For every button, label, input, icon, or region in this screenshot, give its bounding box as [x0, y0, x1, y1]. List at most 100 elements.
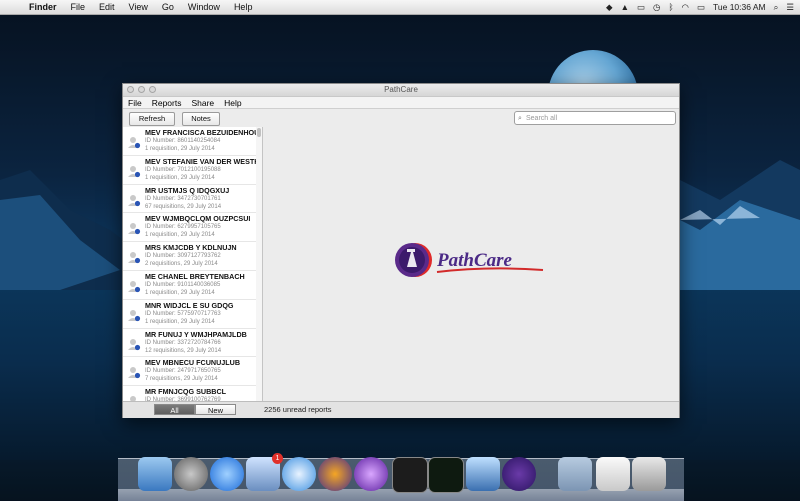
patient-id: ID Number: 8601140254084 [145, 138, 221, 144]
window-titlebar[interactable]: PathCare [123, 84, 679, 97]
spotlight-icon[interactable]: ⌕ [774, 2, 779, 13]
app-menu-reports[interactable]: Reports [147, 98, 187, 108]
unread-count: 2256 unread reports [264, 405, 332, 414]
minimize-button-icon[interactable] [138, 86, 145, 93]
zoom-button-icon[interactable] [149, 86, 156, 93]
patient-name: MR FUNUJ Y WMJHPAMJLDB [145, 329, 247, 339]
google-drive-icon[interactable]: ▲ [621, 2, 629, 12]
patient-list-item[interactable]: MNR WIDJCL E SU GDQG ID Number: 577597071… [123, 301, 256, 329]
patient-avatar-icon [128, 252, 141, 264]
menu-help[interactable]: Help [227, 2, 260, 12]
pathcare-dock-icon[interactable] [502, 457, 536, 491]
patient-name: MRS KMJCDB Y KDLNUJN [145, 243, 237, 253]
battery-icon[interactable]: ▭ [697, 2, 705, 13]
system-menu-bar: Finder File Edit View Go Window Help ◆ ▲… [0, 0, 800, 15]
refresh-button[interactable]: Refresh [129, 112, 175, 126]
menu-window[interactable]: Window [181, 2, 227, 12]
airplay-icon[interactable]: ▭ [637, 2, 645, 13]
status-bar: All New 2256 unread reports [123, 401, 679, 418]
safari-dock-icon[interactable] [282, 457, 316, 491]
content-area: MEV FRANCISCA BEZUIDENHOUT ID Number: 860… [123, 127, 679, 401]
patient-avatar-icon [128, 165, 141, 177]
finder-dock-icon[interactable] [138, 457, 172, 491]
patient-name: MNR WIDJCL E SU GDQG [145, 300, 234, 310]
patient-requisitions: 1 requisition, 29 July 2014 [145, 318, 215, 325]
patient-requisitions: 1 requisition, 29 July 2014 [145, 232, 215, 239]
app-menu: File Reports Share Help [123, 97, 679, 109]
report-viewer: PathCare [263, 127, 679, 401]
filter-all-tab[interactable]: All [154, 404, 195, 415]
patient-id: ID Number: 6279957105765 [145, 224, 221, 231]
patient-id: ID Number: 9101140036085 [145, 281, 221, 288]
launchpad-dock-icon[interactable] [174, 457, 208, 491]
patient-list-item[interactable]: MEV FRANCISCA BEZUIDENHOUT ID Number: 860… [123, 128, 256, 156]
menubar-clock[interactable]: Tue 10:36 AM [713, 2, 766, 12]
patient-id: ID Number: 3472730701761 [145, 195, 221, 202]
scrollbar-thumb[interactable] [257, 128, 261, 137]
documents-stack-dock-icon[interactable] [596, 457, 630, 491]
patient-avatar-icon [130, 396, 136, 401]
patient-name: MR FMNJCQG SUBBCL [145, 387, 227, 397]
xcode-dock-icon[interactable] [466, 457, 500, 491]
patient-list-item[interactable]: MR USTMJS Q IDQGXUJ ID Number: 3472730701… [123, 186, 256, 214]
patient-requisitions: 1 requisition, 29 July 2014 [145, 174, 215, 181]
patient-avatar-icon [128, 194, 141, 206]
patient-list-item[interactable]: ME CHANEL BREYTENBACH ID Number: 91011400… [123, 272, 256, 300]
patient-avatar-icon [128, 338, 141, 350]
bluetooth-icon[interactable]: ᛒ [668, 2, 673, 12]
patient-list-item[interactable]: MEV MBNECU FCUNUJLUB ID Number: 247971765… [123, 358, 256, 387]
search-input[interactable]: ⌕ Search all [514, 111, 676, 125]
patient-name: MEV WJMBQCLQM OUZPCSUI [145, 214, 251, 224]
patient-requisitions: 12 requisitions, 29 July 2014 [145, 347, 222, 354]
patient-avatar-icon [128, 223, 141, 235]
terminal-dock-icon[interactable] [392, 457, 428, 493]
patient-list-item[interactable]: MR FMNJCQG SUBBCL ID Number: 369910076276… [123, 387, 256, 401]
trash-dock-icon[interactable] [632, 457, 666, 491]
dock: 1 [118, 453, 684, 501]
patient-id: ID Number: 3097127793762 [145, 253, 221, 260]
patient-list-item[interactable]: MR FUNUJ Y WMJHPAMJLDB ID Number: 3372720… [123, 330, 256, 358]
patient-id: ID Number: 7012100195088 [145, 166, 221, 173]
app-menu-file[interactable]: File [123, 98, 147, 108]
notes-button[interactable]: Notes [182, 112, 220, 126]
close-button-icon[interactable] [127, 86, 134, 93]
patient-list-scrollbar[interactable] [256, 127, 263, 401]
patient-list-item[interactable]: MEV STEFANIE VAN DER WESTHUIZENID Number… [123, 157, 256, 185]
menu-go[interactable]: Go [155, 2, 181, 12]
search-icon: ⌕ [518, 115, 522, 122]
patient-name: MEV MBNECU FCUNUJLUB [145, 358, 241, 368]
patient-avatar-icon [128, 137, 141, 149]
firefox-dock-icon[interactable] [318, 457, 352, 491]
search-placeholder: Search all [526, 115, 558, 122]
patient-list: MEV FRANCISCA BEZUIDENHOUT ID Number: 860… [123, 127, 257, 401]
patient-id: ID Number: 3372720784766 [145, 339, 221, 346]
patient-requisitions: 1 requisition, 29 July 2014 [145, 289, 215, 296]
patient-requisitions: 67 requisitions, 29 July 2014 [145, 203, 222, 210]
menu-view[interactable]: View [122, 2, 155, 12]
patient-avatar-icon [128, 367, 141, 379]
filter-new-tab[interactable]: New [195, 404, 236, 415]
toolbar: Refresh Notes ⌕ Search all [123, 109, 679, 129]
menu-finder[interactable]: Finder [22, 2, 64, 12]
applications-folder-dock-icon[interactable] [558, 457, 592, 491]
patient-id: ID Number: 2479717650765 [145, 368, 221, 375]
patient-list-item[interactable]: MRS KMJCDB Y KDLNUJN ID Number: 309712779… [123, 243, 256, 271]
patient-list-item[interactable]: MEV WJMBQCLQM OUZPCSUI ID Number: 6279957… [123, 214, 256, 243]
mail-dock-icon[interactable]: 1 [246, 453, 283, 491]
notification-center-icon[interactable]: ☰ [786, 2, 794, 13]
menu-file[interactable]: File [64, 2, 93, 12]
pathcare-window: PathCare File Reports Share Help Refresh… [122, 83, 680, 418]
activity-monitor-dock-icon[interactable] [428, 457, 464, 493]
window-title: PathCare [384, 85, 418, 94]
app-menu-share[interactable]: Share [186, 98, 219, 108]
wifi-icon[interactable]: ◠ [682, 2, 689, 13]
menu-edit[interactable]: Edit [92, 2, 122, 12]
patient-id: ID Number: 5775970717763 [145, 310, 221, 317]
patient-requisitions: 2 requisitions, 29 July 2014 [145, 261, 218, 268]
time-machine-icon[interactable]: ◷ [653, 2, 660, 13]
media-player-dock-icon[interactable] [354, 457, 388, 491]
app-menu-help[interactable]: Help [219, 98, 246, 108]
dropbox-icon[interactable]: ◆ [606, 2, 613, 13]
patient-requisitions: 7 requisitions, 29 July 2014 [145, 376, 218, 383]
app-store-dock-icon[interactable] [210, 457, 244, 491]
